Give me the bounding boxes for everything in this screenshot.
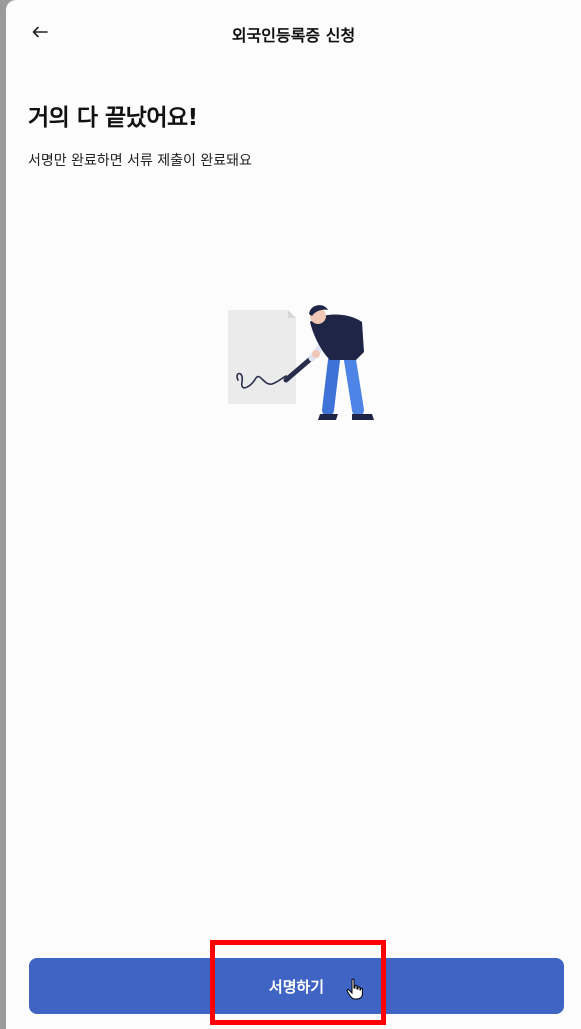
page-title: 외국인등록증 신청 [231, 26, 356, 45]
subline: 서명만 완료하면 서류 제출이 완료돼요 [28, 153, 252, 169]
sign-button[interactable]: 서명하기 [29, 958, 564, 1014]
headline: 거의 다 끝났어요! [28, 105, 198, 131]
app-window: 외국인등록증 신청 거의 다 끝났어요! 서명만 완료하면 서류 제출이 완료돼… [6, 0, 581, 1029]
hand-pointer-icon [346, 978, 363, 1000]
sign-button-label: 서명하기 [268, 977, 325, 996]
app-bar: 외국인등록증 신청 [6, 0, 581, 64]
person-signing-document-illustration [228, 305, 374, 420]
